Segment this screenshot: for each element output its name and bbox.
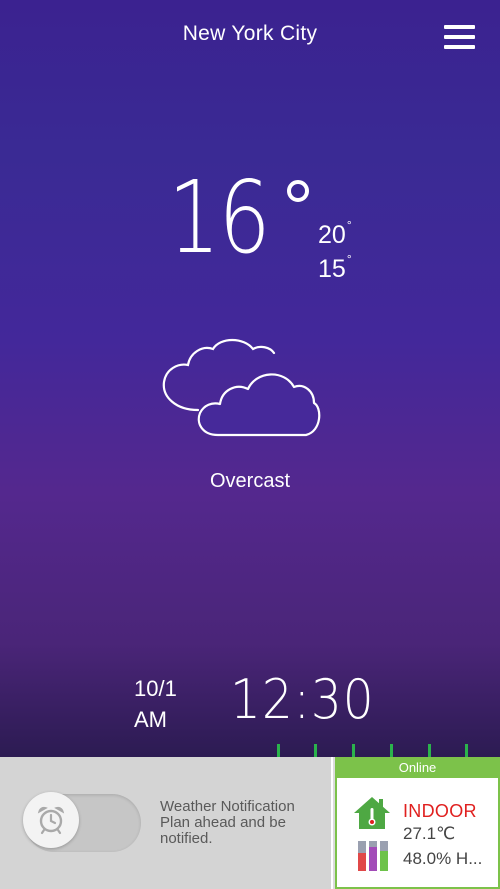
- date-text: 10/1: [134, 676, 177, 701]
- indoor-label: INDOOR: [403, 801, 477, 821]
- weather-condition: Overcast: [209, 470, 291, 492]
- ampm-text: AM: [134, 707, 167, 732]
- time-display: 12:30: [230, 668, 375, 731]
- tick: [465, 744, 468, 757]
- high-temperature: 20°: [318, 218, 352, 249]
- tick: [352, 744, 355, 757]
- tick: [428, 744, 431, 757]
- notification-toggle[interactable]: [23, 792, 141, 852]
- tick: [390, 744, 393, 757]
- alarm-clock-icon: [37, 806, 65, 835]
- toggle-knob[interactable]: [23, 792, 79, 848]
- menu-button[interactable]: [444, 24, 476, 52]
- current-temperature: 16: [168, 159, 271, 276]
- degree-icon: [287, 180, 309, 202]
- weather-screen: New York City 16 20° 15° Overcast 10/1 A…: [0, 0, 500, 757]
- hamburger-icon: [444, 25, 475, 29]
- low-temperature: 15°: [318, 252, 352, 283]
- cloud-icon: [162, 338, 321, 437]
- city-title: New York City: [182, 22, 318, 45]
- bottom-panel: Weather Notification Plan ahead and be n…: [0, 757, 500, 889]
- indoor-temperature: 27.1℃: [403, 824, 456, 843]
- notification-card: Weather Notification Plan ahead and be n…: [0, 757, 333, 889]
- indoor-humidity: 48.0% H...: [403, 849, 483, 868]
- online-status: Online: [337, 757, 498, 778]
- house-thermometer-icon: [354, 797, 390, 829]
- notification-text: Weather Notification Plan ahead and be n…: [160, 798, 295, 847]
- humidity-bars-icon: [358, 841, 388, 871]
- indoor-card[interactable]: Online INDOOR 27.1℃ 48.0% H...: [335, 757, 500, 889]
- tick: [277, 744, 280, 757]
- tick: [314, 744, 317, 757]
- date-display: 10/1 AM: [134, 673, 177, 735]
- time-ticks: [0, 744, 500, 757]
